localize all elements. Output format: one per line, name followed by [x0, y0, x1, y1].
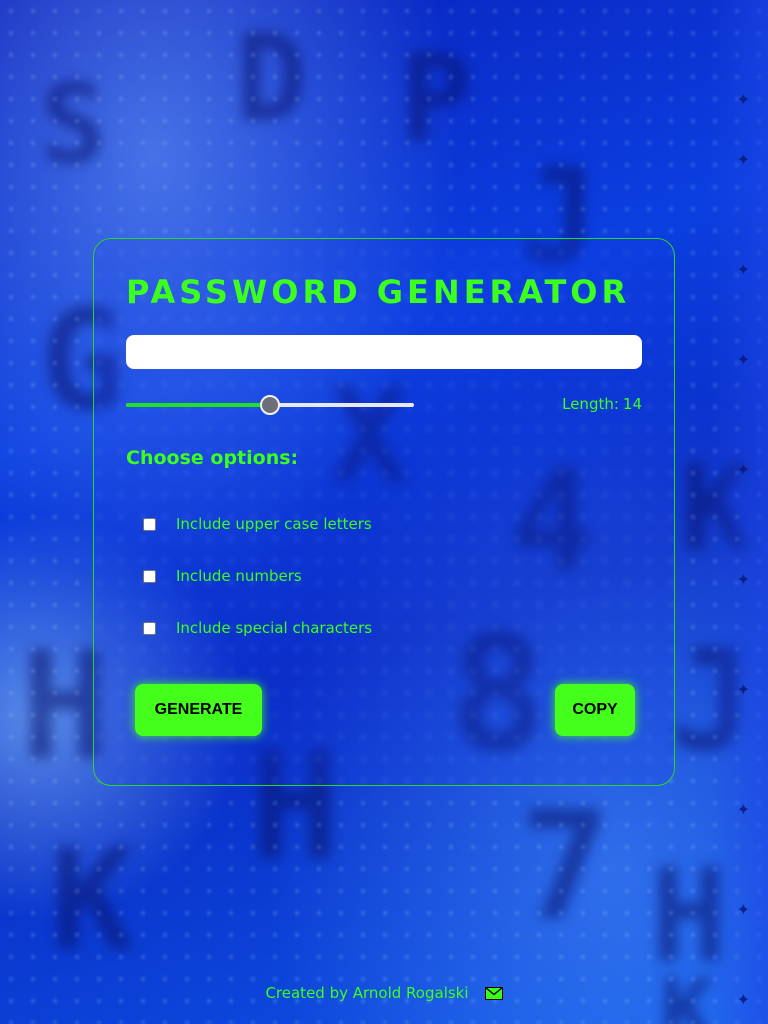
generator-card: PASSWORD GENERATOR Length: 14 Choose opti… [93, 238, 675, 786]
length-label: Length: [562, 395, 619, 413]
slider-thumb[interactable] [260, 395, 280, 415]
option-uppercase-label: Include upper case letters [176, 515, 372, 533]
option-numbers[interactable]: Include numbers [143, 567, 302, 585]
option-uppercase[interactable]: Include upper case letters [143, 515, 372, 533]
background-edge-strip: ✦ ✦ ✦ ✦ ✦ ✦ ✦ ✦ ✦ ✦ [708, 0, 768, 1024]
footer: Created by Arnold Rogalski [0, 984, 768, 1002]
length-value: 14 [622, 395, 642, 413]
options-heading: Choose options: [126, 447, 299, 469]
checkbox-special[interactable] [143, 621, 156, 635]
checkbox-uppercase[interactable] [143, 517, 156, 531]
option-special-label: Include special characters [176, 619, 373, 637]
checkbox-numbers[interactable] [143, 569, 156, 583]
slider-fill [126, 403, 270, 407]
copy-button[interactable]: COPY [555, 684, 635, 736]
length-readout: Length: 14 [562, 395, 642, 413]
option-numbers-label: Include numbers [176, 567, 302, 585]
envelope-icon[interactable] [484, 986, 503, 1000]
password-output[interactable] [126, 335, 642, 369]
option-special[interactable]: Include special characters [143, 619, 372, 637]
generate-button[interactable]: GENERATE [135, 684, 262, 736]
length-slider[interactable] [126, 395, 416, 415]
footer-credit: Created by Arnold Rogalski [265, 984, 469, 1002]
app-title: PASSWORD GENERATOR [126, 273, 631, 311]
